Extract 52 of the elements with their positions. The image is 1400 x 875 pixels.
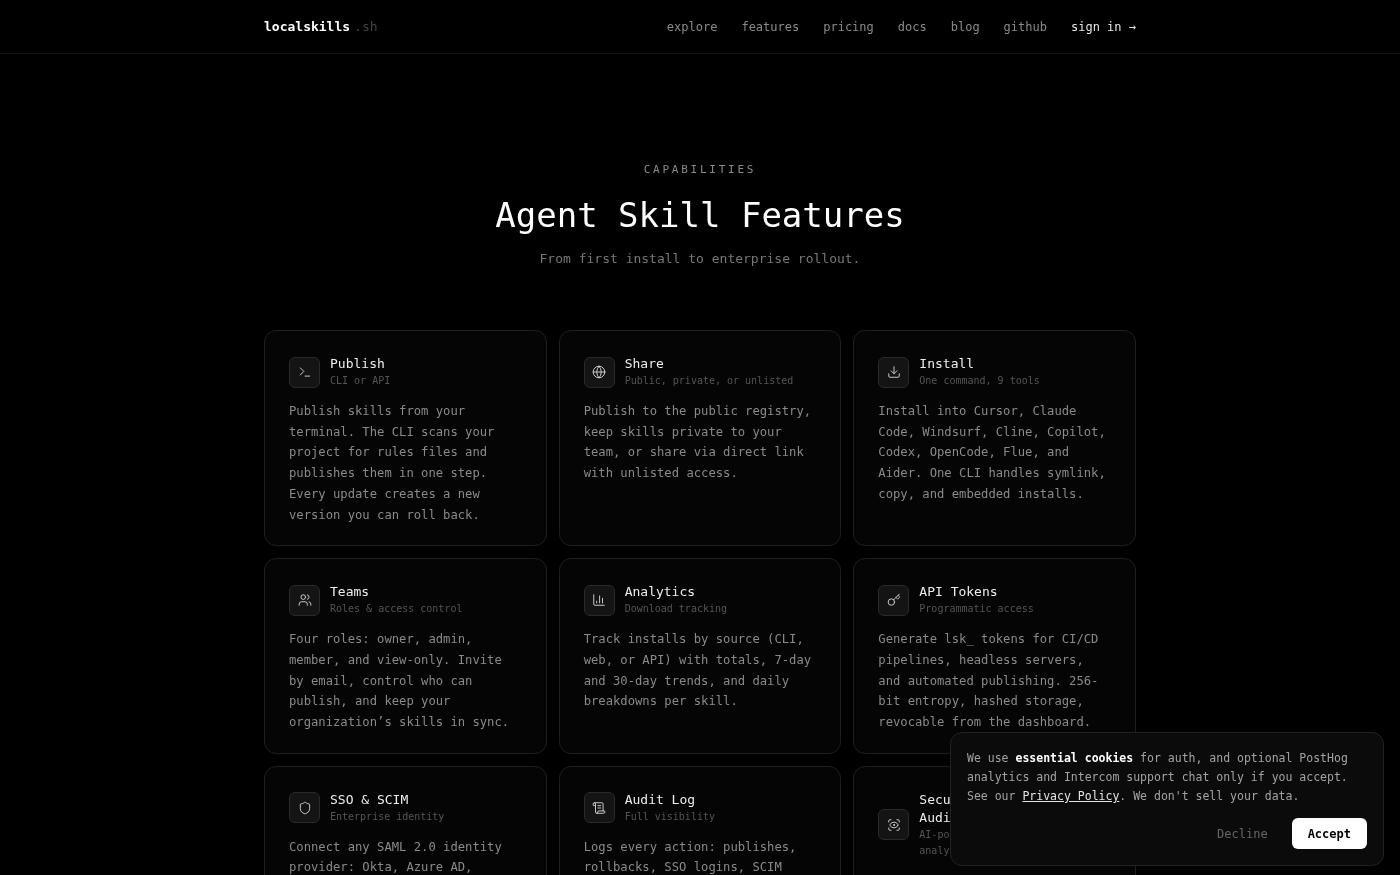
nav-link[interactable]: docs <box>897 17 927 36</box>
privacy-policy-link[interactable]: Privacy Policy <box>1022 789 1120 803</box>
download-icon <box>878 356 910 388</box>
eye-scan-icon <box>878 809 910 841</box>
feature-subtitle: One command, 9 tools <box>919 374 1040 388</box>
feature-title: Audit Log <box>624 790 697 809</box>
nav-link[interactable]: github <box>1003 17 1047 36</box>
feature-title: API Tokens <box>919 583 999 602</box>
feature-title: Share <box>624 355 665 373</box>
feature-description: Four roles: owner, admin, member, and view-only. Invite by email, control who can publish, and keep your organization’s skills in sync. <box>289 631 511 732</box>
section-eyebrow: CAPABILITIES <box>643 162 757 178</box>
feature-subtitle: Download tracking <box>624 602 727 617</box>
feature-description: Track installs by source (CLI, web, or API) with totals, 7-day and 30-day trends, and daily breakdowns per skill. <box>583 631 813 711</box>
feature-title: Analytics <box>624 583 697 602</box>
terminal-icon <box>289 356 320 388</box>
nav-link[interactable]: pricing <box>823 17 874 36</box>
decline-button[interactable]: Decline <box>1201 818 1284 849</box>
key-icon <box>878 584 910 616</box>
feature-title: Teams <box>330 583 371 602</box>
feature-subtitle: CLI or API <box>330 374 391 388</box>
feature-subtitle: Enterprise identity <box>330 809 445 824</box>
feature-title: SSO & SCIM <box>330 790 410 809</box>
bar-chart-icon <box>583 584 615 616</box>
feature-subtitle: Public, private, or unlisted <box>624 374 794 388</box>
feature-description: Publish skills from your terminal. The CLI scans your project for rules files and publishes them in one step. Every update creates a new version you can roll back. <box>289 403 496 524</box>
feature-subtitle: Full visibility <box>624 809 715 824</box>
globe-icon <box>583 356 615 388</box>
nav-link[interactable]: explore <box>666 17 718 36</box>
cookie-message: We use essential cookies for auth, and optional PostHog analytics and Intercom support chat only if you accept. See our Privacy Policy. We don't sell your data. <box>967 750 1349 805</box>
feature-description: Connect any SAML 2.0 identity provider: Okta, Azure AD, <box>289 838 503 875</box>
users-icon <box>289 584 320 616</box>
accept-button[interactable]: Accept <box>1291 818 1367 849</box>
feature-description: Generate lsk_ tokens for CI/CD pipelines, headless servers, and automated publishing. 256-bit entropy, hashed storage, revocable from the dashboard. <box>878 631 1100 732</box>
page-subtitle: From first install to enterprise rollout. <box>539 249 861 268</box>
feature-subtitle: Roles & access control <box>330 602 463 617</box>
feature-subtitle: Programmatic access <box>919 602 1034 617</box>
logo-suffix: .sh <box>354 17 378 36</box>
feature-subtitle: AI-po analy <box>919 827 951 858</box>
feature-description: Logs every action: publishes, rollbacks, SSO logins, SCIM <box>583 838 798 875</box>
feature-title: Secu Audi <box>919 790 951 827</box>
nav-link[interactable]: blog <box>950 17 980 36</box>
nav-link[interactable]: features <box>741 17 800 36</box>
feature-title: Install <box>919 355 976 373</box>
shield-icon <box>289 792 320 824</box>
site-logo[interactable]: localskills .sh <box>264 16 378 37</box>
logo-name: localskills <box>264 17 351 36</box>
sign-in-link[interactable]: sign in → <box>1070 17 1136 36</box>
page-heading: Agent Skill Features <box>495 193 905 237</box>
feature-description: Install into Cursor, Claude Code, Windsurf, Cline, Copilot, Codex, OpenCode, Flue, and Aider. One CLI handles symlink, copy, and embedded installs. <box>878 403 1107 503</box>
feature-description: Publish to the public registry, keep skills private to your team, or share via direct link with unlisted access. <box>583 403 813 483</box>
scroll-icon <box>583 792 615 824</box>
feature-title: Publish <box>330 355 386 373</box>
